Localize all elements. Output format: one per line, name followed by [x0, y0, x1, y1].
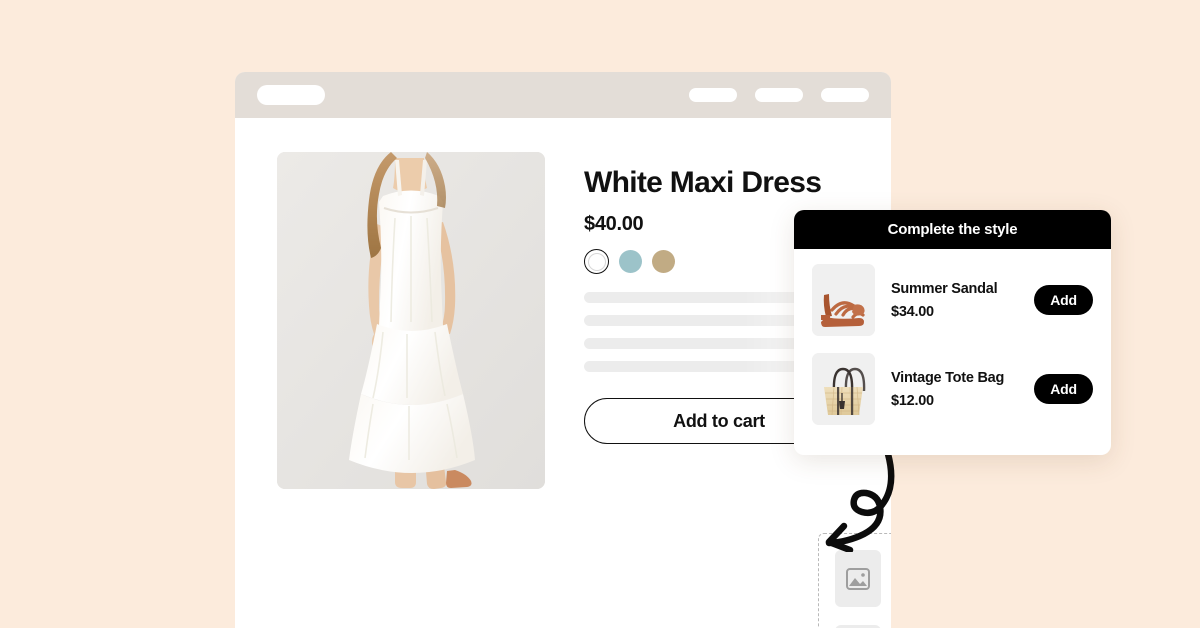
- recommended-item-meta: Summer Sandal $34.00: [891, 281, 1034, 320]
- tote-bag-illustration: [812, 353, 875, 425]
- dropzone-row: [835, 550, 891, 607]
- color-swatch-tan[interactable]: [652, 250, 675, 273]
- product-thumbnail-sandal[interactable]: [812, 264, 875, 336]
- color-swatch-teal[interactable]: [619, 250, 642, 273]
- color-swatch-white[interactable]: [584, 249, 609, 274]
- chrome-nav-pill-1[interactable]: [689, 88, 737, 102]
- add-item-button-sandal[interactable]: Add: [1034, 285, 1093, 315]
- complete-the-style-panel: Complete the style Summer Sandal $34.00 …: [794, 210, 1111, 455]
- curved-arrow-annotation: [825, 452, 895, 552]
- product-thumbnail-tote[interactable]: [812, 353, 875, 425]
- recommended-item-row: Vintage Tote Bag $12.00 Add: [812, 353, 1093, 425]
- browser-window: White Maxi Dress $40.00 Add to cart: [235, 72, 891, 628]
- add-item-button-tote[interactable]: Add: [1034, 374, 1093, 404]
- chrome-logo-pill[interactable]: [257, 85, 325, 105]
- recommended-item-meta: Vintage Tote Bag $12.00: [891, 370, 1034, 409]
- image-placeholder-icon: [835, 550, 881, 607]
- chrome-nav-pill-3[interactable]: [821, 88, 869, 102]
- product-detail-section: White Maxi Dress $40.00 Add to cart: [235, 118, 891, 489]
- product-title: White Maxi Dress: [584, 166, 822, 199]
- browser-chrome-bar: [235, 72, 891, 118]
- recommended-item-name: Vintage Tote Bag: [891, 369, 1005, 386]
- dress-illustration: [277, 152, 545, 489]
- image-icon: [846, 567, 870, 590]
- chrome-nav-pill-2[interactable]: [755, 88, 803, 102]
- recommended-item-name: Summer Sandal: [891, 280, 998, 297]
- recommended-item-price: $34.00: [891, 303, 934, 320]
- product-hero-image[interactable]: [277, 152, 545, 489]
- recommended-item-price: $12.00: [891, 392, 934, 409]
- sandal-illustration: [812, 264, 875, 336]
- panel-header-title: Complete the style: [794, 210, 1111, 249]
- panel-items-list: Summer Sandal $34.00 Add Vintage Tote Ba…: [794, 249, 1111, 425]
- recommended-item-row: Summer Sandal $34.00 Add: [812, 264, 1093, 336]
